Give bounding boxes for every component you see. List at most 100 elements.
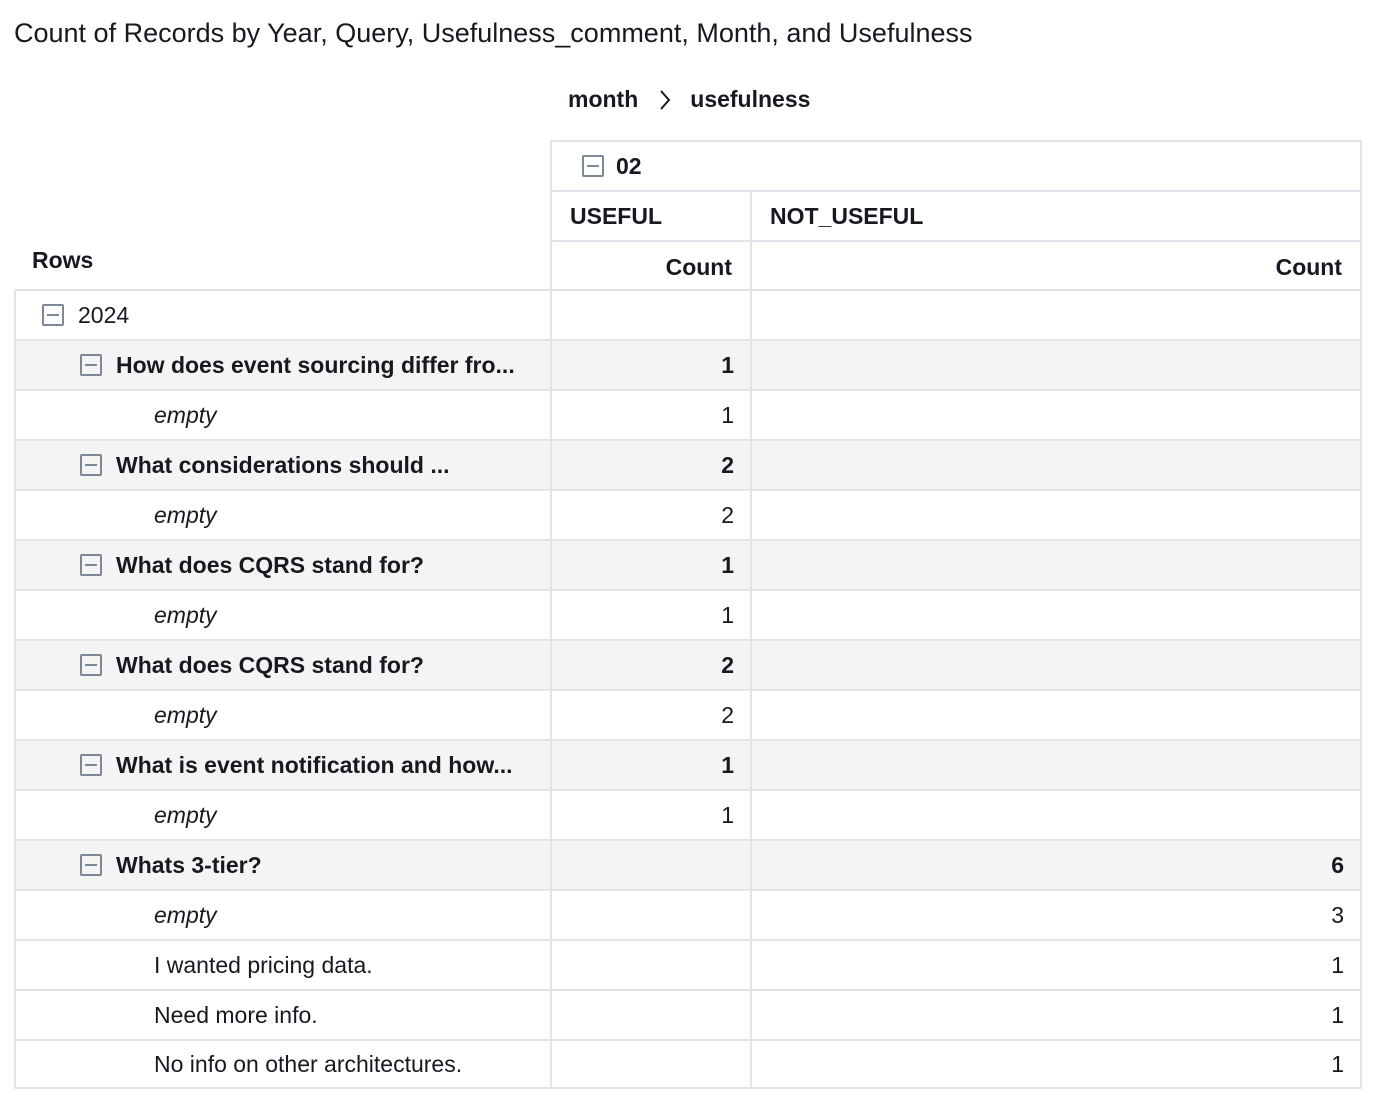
breadcrumb-field-usefulness[interactable]: usefulness xyxy=(690,86,810,113)
query-row: What considerations should ... 2 xyxy=(16,439,1360,489)
useful-count-cell: 1 xyxy=(552,791,752,839)
not-useful-count-cell xyxy=(752,741,1360,789)
column-header-useful[interactable]: USEFUL xyxy=(552,192,752,240)
column-header-block: 02 USEFUL NOT_USEFUL Count Count xyxy=(550,140,1362,292)
useful-count-cell xyxy=(552,291,752,339)
useful-count-cell xyxy=(552,891,752,939)
comment-row: No info on other architectures. 1 xyxy=(16,1039,1360,1089)
row-label-text: What is event notification and how... xyxy=(116,751,513,778)
useful-count-cell xyxy=(552,1041,752,1087)
useful-count-cell xyxy=(552,941,752,989)
useful-count-cell: 2 xyxy=(552,691,752,739)
useful-count-cell: 1 xyxy=(552,591,752,639)
row-label-cell[interactable]: empty xyxy=(16,791,552,839)
not-useful-count-cell: 1 xyxy=(1331,1001,1344,1028)
not-useful-count-cell xyxy=(752,441,1360,489)
comment-row: empty 2 xyxy=(16,689,1360,739)
row-label-text: empty xyxy=(154,701,217,728)
query-row: What is event notification and how... 1 xyxy=(16,739,1360,789)
row-label-cell[interactable]: Whats 3-tier? xyxy=(16,841,552,889)
not-useful-count-cell xyxy=(752,791,1360,839)
not-useful-count-cell xyxy=(752,641,1360,689)
month-value: 02 xyxy=(616,152,642,179)
year-row: 2024 xyxy=(16,289,1360,339)
row-label-cell[interactable]: empty xyxy=(16,391,552,439)
not-useful-count-cell: 3 xyxy=(1331,901,1344,928)
row-label-text: How does event sourcing differ fro... xyxy=(116,351,515,378)
row-label-cell[interactable]: What does CQRS stand for? xyxy=(16,541,552,589)
row-label-text: Need more info. xyxy=(154,1001,318,1028)
row-label-cell[interactable]: Need more info. xyxy=(16,991,552,1039)
row-label-cell[interactable]: What considerations should ... xyxy=(16,441,552,489)
useful-count-cell xyxy=(552,841,752,889)
row-label-cell[interactable]: empty xyxy=(16,691,552,739)
comment-row: empty 1 xyxy=(16,589,1360,639)
comment-row: empty 3 xyxy=(16,889,1360,939)
column-field-breadcrumb: month usefulness xyxy=(568,86,810,113)
collapse-icon[interactable] xyxy=(42,304,64,326)
row-label-text: I wanted pricing data. xyxy=(154,951,373,978)
useful-count-cell: 2 xyxy=(552,491,752,539)
row-label-cell[interactable]: empty xyxy=(16,591,552,639)
pivot-table-body: 2024 How does event sourcing differ fro..… xyxy=(14,289,1362,1089)
query-row: What does CQRS stand for? 2 xyxy=(16,639,1360,689)
row-label-text: 2024 xyxy=(78,301,130,328)
row-label-text: What does CQRS stand for? xyxy=(116,551,424,578)
query-row: How does event sourcing differ fro... 1 xyxy=(16,339,1360,389)
collapse-icon[interactable] xyxy=(80,754,102,776)
row-label-text: empty xyxy=(154,401,217,428)
collapse-icon[interactable] xyxy=(582,155,604,177)
row-label-cell[interactable]: empty xyxy=(16,491,552,539)
not-useful-count-cell xyxy=(752,491,1360,539)
comment-row: Need more info. 1 xyxy=(16,989,1360,1039)
visual-title: Count of Records by Year, Query, Usefuln… xyxy=(14,18,973,48)
not-useful-count-cell xyxy=(752,691,1360,739)
row-label-text: No info on other architectures. xyxy=(154,1050,463,1077)
query-row: Whats 3-tier? 6 xyxy=(16,839,1360,889)
collapse-icon[interactable] xyxy=(80,354,102,376)
not-useful-count-cell: 1 xyxy=(1331,951,1344,978)
collapse-icon[interactable] xyxy=(80,454,102,476)
not-useful-count-cell xyxy=(752,291,1360,339)
comment-row: empty 1 xyxy=(16,789,1360,839)
comment-row: I wanted pricing data. 1 xyxy=(16,939,1360,989)
row-label-text: Whats 3-tier? xyxy=(116,851,262,878)
row-label-text: empty xyxy=(154,901,217,928)
row-label-cell[interactable]: empty xyxy=(16,891,552,939)
not-useful-count-cell: 6 xyxy=(1331,851,1344,878)
not-useful-count-cell xyxy=(752,591,1360,639)
breadcrumb-field-month[interactable]: month xyxy=(568,86,638,113)
row-label-text: What does CQRS stand for? xyxy=(116,651,424,678)
row-label-text: empty xyxy=(154,601,217,628)
collapse-icon[interactable] xyxy=(80,654,102,676)
row-label-cell[interactable]: How does event sourcing differ fro... xyxy=(16,341,552,389)
not-useful-count-cell xyxy=(752,541,1360,589)
row-label-cell[interactable]: No info on other architectures. xyxy=(16,1041,552,1087)
row-label-text: empty xyxy=(154,801,217,828)
row-label-cell[interactable]: 2024 xyxy=(16,291,552,339)
comment-row: empty 1 xyxy=(16,389,1360,439)
row-label-text: empty xyxy=(154,501,217,528)
not-useful-count-cell xyxy=(752,341,1360,389)
month-header-row: 02 xyxy=(552,142,1360,192)
useful-count-cell: 1 xyxy=(552,541,752,589)
row-label-cell[interactable]: I wanted pricing data. xyxy=(16,941,552,989)
usefulness-header-row: USEFUL NOT_USEFUL xyxy=(552,192,1360,242)
useful-count-cell: 1 xyxy=(552,391,752,439)
query-row: What does CQRS stand for? 1 xyxy=(16,539,1360,589)
measure-header-not-useful-count[interactable]: Count xyxy=(752,242,1360,292)
collapse-icon[interactable] xyxy=(80,554,102,576)
row-label-cell[interactable]: What does CQRS stand for? xyxy=(16,641,552,689)
not-useful-count-cell: 1 xyxy=(1331,1050,1344,1077)
row-label-cell[interactable]: What is event notification and how... xyxy=(16,741,552,789)
useful-count-cell: 2 xyxy=(552,441,752,489)
row-label-text: What considerations should ... xyxy=(116,451,450,478)
useful-count-cell: 1 xyxy=(552,341,752,389)
not-useful-count-cell xyxy=(752,391,1360,439)
rows-header: Rows xyxy=(32,247,94,273)
column-header-not-useful[interactable]: NOT_USEFUL xyxy=(752,192,1360,240)
month-header-cell: 02 xyxy=(552,142,1360,190)
collapse-icon[interactable] xyxy=(80,854,102,876)
measure-header-useful-count[interactable]: Count xyxy=(552,242,752,292)
useful-count-cell xyxy=(552,991,752,1039)
